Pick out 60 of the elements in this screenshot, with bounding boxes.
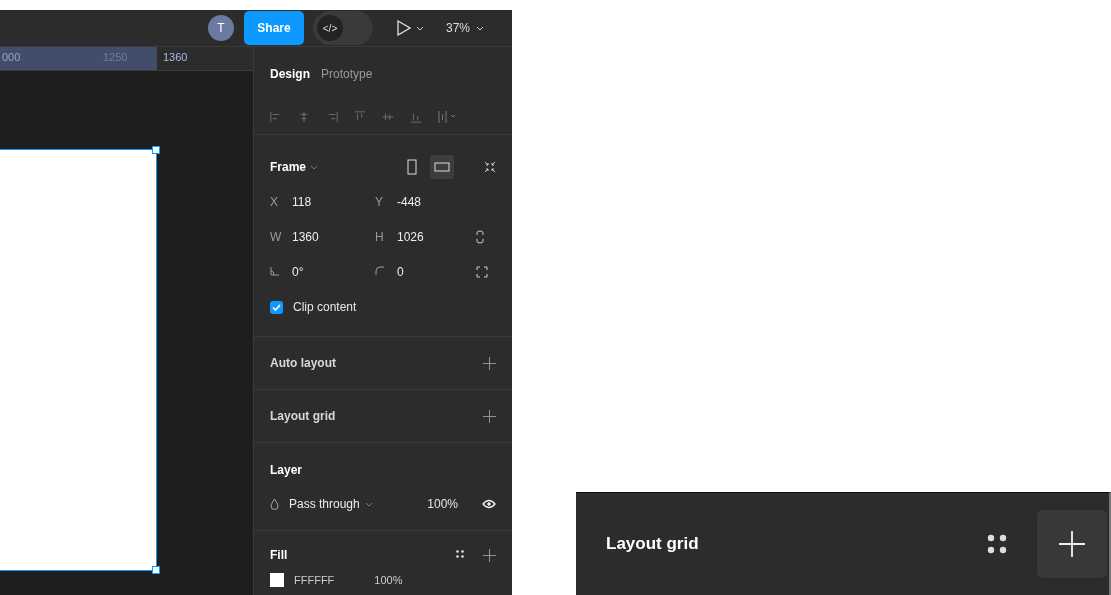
plus-icon xyxy=(483,548,496,562)
field-label: Y xyxy=(375,195,384,209)
field-label: W xyxy=(270,230,282,244)
field-label: H xyxy=(375,230,385,244)
present-button[interactable] xyxy=(397,20,424,36)
add-button[interactable] xyxy=(483,409,496,423)
clip-content-checkbox[interactable] xyxy=(270,300,283,314)
value-field[interactable]: 1026 xyxy=(397,230,424,244)
chevron-icon xyxy=(310,164,319,170)
panel-tab[interactable]: Prototype xyxy=(321,66,373,81)
style-dots-icon[interactable] xyxy=(455,549,465,559)
hex-field[interactable]: FFFFFF xyxy=(294,574,335,586)
opacity-field[interactable]: 100% xyxy=(427,497,458,511)
opacity-field[interactable]: 100% xyxy=(374,574,403,586)
add-button[interactable] xyxy=(483,548,496,562)
frame-dropdown[interactable]: Frame xyxy=(270,160,307,174)
constrain-proportions-icon[interactable] xyxy=(476,230,484,244)
style-dots-icon[interactable] xyxy=(985,532,1009,556)
ruler-label: 000 xyxy=(2,51,21,63)
chevron-icon xyxy=(476,25,485,31)
dev-mode-toggle[interactable]: </> xyxy=(313,11,373,45)
landscape-orientation-button[interactable] xyxy=(430,155,454,179)
independent-corners-icon[interactable] xyxy=(476,266,488,278)
section-title: Layer xyxy=(270,463,303,477)
value-field[interactable]: 0 xyxy=(397,265,404,279)
angle-icon xyxy=(270,266,280,276)
add-button[interactable] xyxy=(483,356,496,370)
portrait-rectangle-icon xyxy=(404,159,420,175)
plus-icon xyxy=(483,409,496,423)
panel-tab[interactable]: Design xyxy=(270,66,310,81)
droplet-icon xyxy=(270,498,279,510)
play-icon xyxy=(397,20,411,36)
align-icon[interactable] xyxy=(326,110,338,124)
section-title: Layout grid xyxy=(606,534,700,554)
color-swatch[interactable] xyxy=(270,573,284,587)
user-avatar[interactable]: T xyxy=(208,15,234,41)
eye-icon[interactable] xyxy=(482,499,496,509)
plus-icon xyxy=(483,356,496,370)
section-title: Auto layout xyxy=(270,356,336,370)
blend-mode-dropdown[interactable]: Pass through xyxy=(289,497,428,511)
distribute-icon[interactable] xyxy=(438,110,458,124)
add-button[interactable] xyxy=(1037,510,1107,578)
zoom-dropdown[interactable]: 37% xyxy=(446,21,485,35)
field-label: X xyxy=(270,195,279,209)
corner-radius-icon xyxy=(375,266,385,276)
ruler-label: 1360 xyxy=(163,51,188,65)
section-title: Layout grid xyxy=(270,409,336,423)
value-field[interactable]: 118 xyxy=(292,195,312,209)
landscape-rectangle-icon xyxy=(434,159,450,175)
section-title: Fill xyxy=(270,548,289,562)
chevron-icon xyxy=(364,501,373,507)
checkbox-label: Clip content xyxy=(293,300,357,314)
value-field[interactable]: 0° xyxy=(292,265,304,279)
plus-icon xyxy=(1059,531,1085,557)
align-icon[interactable] xyxy=(270,110,282,124)
value-field[interactable]: -448 xyxy=(397,195,422,209)
value-field[interactable]: 1360 xyxy=(292,230,319,244)
chevron-icon xyxy=(416,25,424,31)
resize-to-fit-icon[interactable] xyxy=(484,161,496,173)
align-icon[interactable] xyxy=(298,110,310,124)
